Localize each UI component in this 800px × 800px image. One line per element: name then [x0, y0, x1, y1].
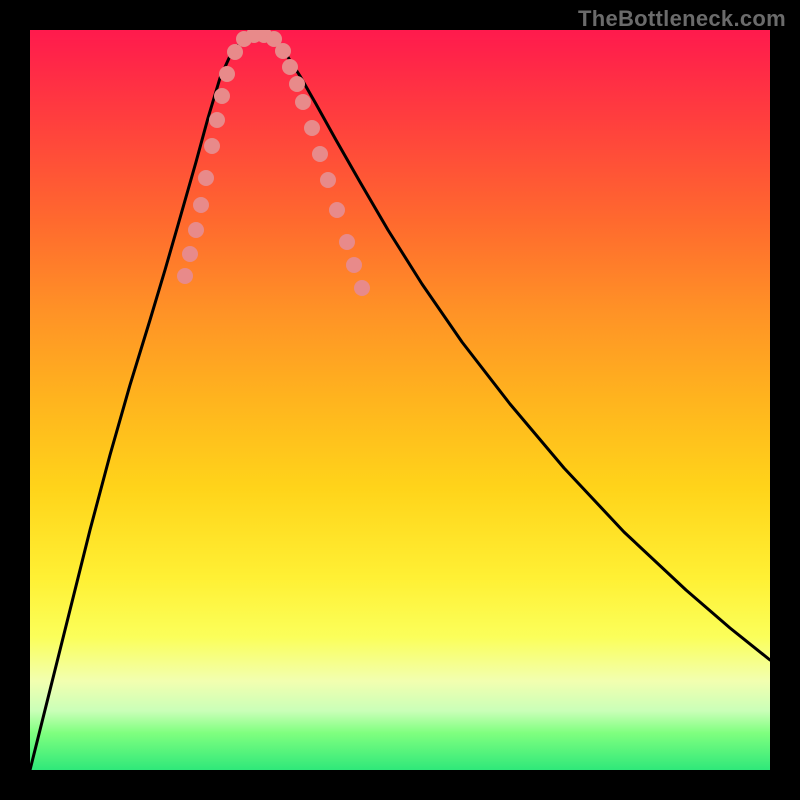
bead-marker [320, 172, 336, 188]
bead-marker [188, 222, 204, 238]
bead-marker [275, 43, 291, 59]
bead-marker [346, 257, 362, 273]
chart-plot-area [30, 30, 770, 770]
curve-path [30, 34, 770, 770]
bead-marker [282, 59, 298, 75]
bead-marker [219, 66, 235, 82]
chart-svg [30, 30, 770, 770]
bead-marker [289, 76, 305, 92]
bead-marker [182, 246, 198, 262]
bead-marker [312, 146, 328, 162]
bead-marker [177, 268, 193, 284]
bead-marker [193, 197, 209, 213]
bead-marker-group [177, 30, 370, 296]
bead-marker [198, 170, 214, 186]
watermark-text: TheBottleneck.com [578, 6, 786, 32]
bead-marker [204, 138, 220, 154]
bead-marker [209, 112, 225, 128]
bead-marker [227, 44, 243, 60]
bead-marker [329, 202, 345, 218]
bead-marker [295, 94, 311, 110]
bead-marker [214, 88, 230, 104]
bead-marker [304, 120, 320, 136]
bead-marker [339, 234, 355, 250]
bead-marker [354, 280, 370, 296]
